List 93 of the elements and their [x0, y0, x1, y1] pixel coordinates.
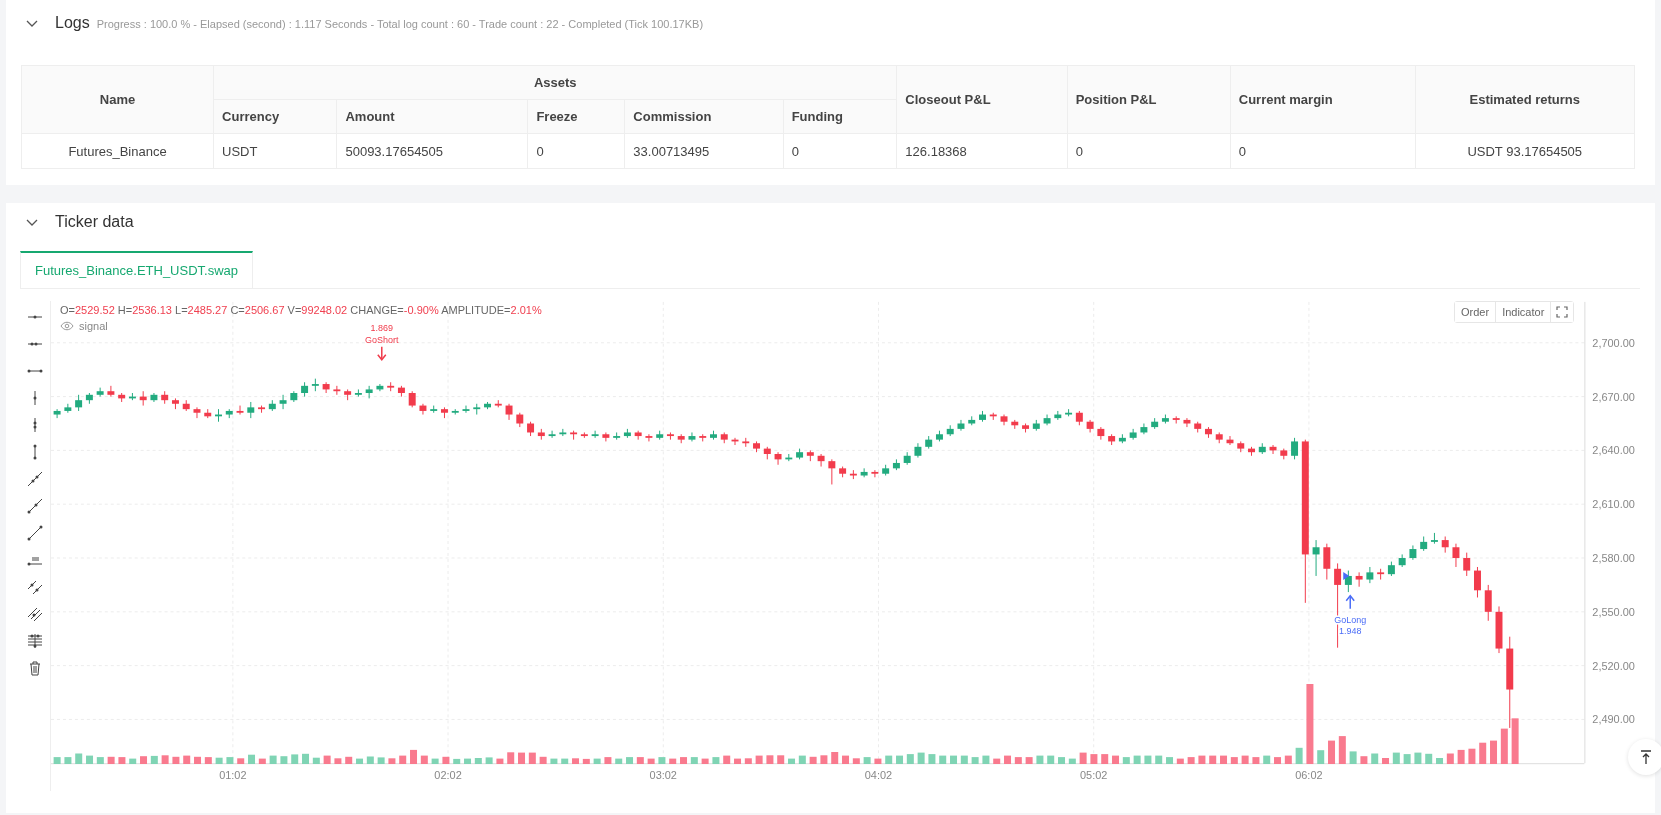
- candlestick: [333, 385, 341, 396]
- down-arrow-icon: [376, 346, 387, 361]
- price-axis-label: 2,580.00: [1592, 552, 1635, 564]
- candlestick: [96, 387, 104, 398]
- candlestick: [64, 403, 72, 414]
- column-header: Name: [21, 65, 214, 134]
- candlestick: [645, 433, 653, 442]
- segment-icon[interactable]: [26, 525, 43, 541]
- candlestick: [774, 451, 782, 466]
- time-axis-label: 06:02: [1295, 769, 1323, 782]
- chevron-icon[interactable]: [26, 219, 38, 227]
- price-axis-label: 2,520.00: [1592, 659, 1635, 672]
- candlestick: [817, 453, 825, 468]
- back-to-top-button[interactable]: [1628, 739, 1661, 775]
- time-axis-label: 03:02: [649, 769, 677, 782]
- table-cell: 50093.17654505: [336, 133, 528, 169]
- candlestick: [591, 430, 599, 439]
- candlestick: [1463, 552, 1471, 577]
- candlestick: [1473, 566, 1481, 598]
- table-cell: 126.18368: [896, 133, 1068, 169]
- column-header: Position P&L: [1067, 65, 1231, 134]
- chevron-icon[interactable]: [26, 20, 38, 28]
- fibonacci-icon[interactable]: [26, 633, 43, 649]
- table-cell: 33.00713495: [624, 133, 784, 169]
- candlestick: [1452, 543, 1460, 568]
- candlestick: [1129, 428, 1137, 441]
- ray-icon[interactable]: [26, 498, 43, 514]
- candlestick: [1355, 571, 1363, 588]
- table-cell: 0: [1230, 133, 1415, 169]
- back-to-top-icon: [1640, 750, 1652, 764]
- candlestick: [1290, 437, 1298, 460]
- column-header: Assets: [213, 65, 897, 100]
- ohlc-legend: O=2529.52 H=2536.13 L=2485.27 C=2506.67 V=99248.02 CHANGE=-0.90% AMPLITUDE=2.01%: [60, 304, 542, 316]
- series-label: signal: [79, 320, 108, 332]
- candlestick: [688, 431, 696, 442]
- column-header: Amount: [336, 99, 528, 134]
- time-axis-label: 02:02: [434, 769, 462, 782]
- section-title: Logs: [55, 14, 90, 32]
- table-cell: 0: [783, 133, 897, 169]
- candlestick: [602, 431, 610, 442]
- price-axis-label: 2,490.00: [1592, 713, 1635, 726]
- candlestick: [1097, 426, 1105, 441]
- candlestick: [860, 467, 868, 478]
- price-axis-label: 2,670.00: [1592, 390, 1635, 403]
- table-cell: USDT: [213, 133, 337, 169]
- parallel-channel-icon[interactable]: [26, 579, 43, 595]
- table-cell: 0: [527, 133, 625, 169]
- candlestick: [322, 381, 330, 394]
- price-axis-label: 2,700.00: [1592, 336, 1635, 349]
- column-header: Estimated returns: [1415, 65, 1635, 134]
- candlestick: [236, 405, 244, 416]
- column-header: Freeze: [527, 99, 625, 134]
- candlestick: [1366, 566, 1374, 584]
- candlestick: [1183, 417, 1191, 428]
- price-axis-label: 2,550.00: [1592, 605, 1635, 618]
- candlestick: [279, 394, 287, 410]
- price-axis-label: 2,640.00: [1592, 444, 1635, 457]
- candlestick: [1344, 570, 1352, 593]
- candlestick: [871, 469, 879, 478]
- candlestick: [1484, 584, 1492, 622]
- candlestick: [107, 385, 115, 398]
- progress-summary: Progress : 100.0 % - Elapsed (second) : 1.117 Seconds - Total log count : 60 - Trade count : 22 - Completed (Tick 100.17KB): [96, 18, 704, 30]
- time-axis-label: 05:02: [1079, 769, 1108, 782]
- time-axis-label: 01:02: [219, 769, 247, 782]
- column-header: Funding: [783, 99, 897, 134]
- signal-label: GoShort: [365, 334, 399, 345]
- candlestick: [462, 405, 470, 414]
- column-header: Commission: [624, 99, 784, 134]
- time-axis-label: 04:02: [864, 769, 893, 782]
- candlestick: [53, 408, 61, 419]
- signal-value: 1.869: [370, 322, 393, 333]
- table-cell: 0: [1067, 133, 1231, 169]
- candlestick: [548, 430, 556, 439]
- candlestick: [1140, 423, 1148, 435]
- column-header: Current margin: [1230, 65, 1415, 134]
- up-arrow-icon: [1345, 594, 1355, 610]
- price-axis-label: 2,610.00: [1592, 498, 1635, 511]
- column-header: Currency: [213, 99, 337, 134]
- pitchfork-icon[interactable]: [26, 606, 43, 622]
- signal-value: 1.948: [1338, 625, 1362, 636]
- candlestick: [957, 419, 965, 432]
- flag-icon: [1343, 571, 1350, 580]
- candlestick: [1323, 543, 1331, 581]
- table-cell: Futures_Binance: [21, 133, 214, 169]
- trend-line-icon[interactable]: [26, 471, 43, 487]
- candlestick: [828, 458, 836, 485]
- table-cell: USDT 93.17654505: [1415, 133, 1635, 169]
- candlestick: [1312, 539, 1320, 577]
- section-title: Ticker data: [55, 213, 134, 231]
- candlestick: [193, 406, 201, 419]
- column-header: Closeout P&L: [896, 65, 1068, 134]
- candlestick: [419, 403, 427, 416]
- toolbar-button[interactable]: Order: [1455, 302, 1497, 322]
